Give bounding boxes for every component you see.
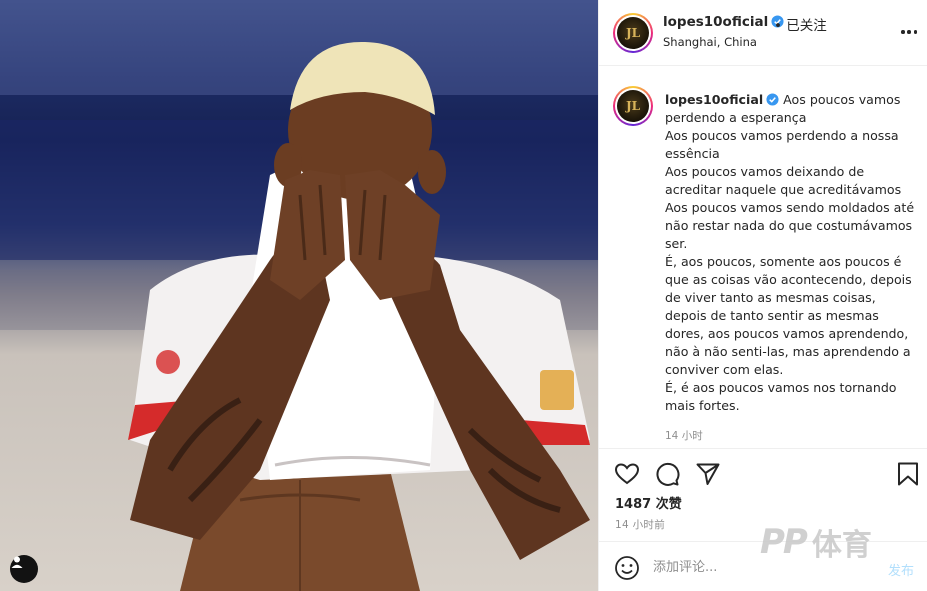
posted-time[interactable]: 14 小时前 xyxy=(615,517,665,532)
post-header: JL lopes10oficial • 已关注 Shanghai, China xyxy=(599,0,927,66)
more-options-icon[interactable] xyxy=(901,30,917,34)
user-tag-icon xyxy=(11,556,23,568)
post-photo[interactable] xyxy=(0,0,598,591)
caption-username-link[interactable]: lopes10oficial xyxy=(665,92,763,107)
heart-icon[interactable] xyxy=(614,461,640,487)
bookmark-icon[interactable] xyxy=(895,461,921,487)
player-illustration xyxy=(0,0,598,591)
verified-badge-icon xyxy=(766,93,779,106)
post-side-panel: JL lopes10oficial • 已关注 Shanghai, China … xyxy=(598,0,927,591)
comment-input[interactable] xyxy=(653,556,873,578)
author-username-link[interactable]: lopes10oficial xyxy=(663,14,768,30)
caption-section: JL lopes10oficial Aos poucos vamos perde… xyxy=(599,66,927,448)
avatar-monogram: JL xyxy=(617,90,649,122)
comment-composer: 发布 xyxy=(599,541,927,591)
likes-count[interactable]: 1487 次赞 xyxy=(615,493,682,512)
follow-status[interactable]: • 已关注 xyxy=(774,14,827,34)
separator-dot: • xyxy=(774,18,782,34)
comment-bubble-icon[interactable] xyxy=(654,461,680,487)
caption-text: Aos poucos vamos perdendo a esperança Ao… xyxy=(665,92,915,413)
user-tag-button[interactable] xyxy=(10,555,38,583)
location-link[interactable]: Shanghai, China xyxy=(663,35,757,49)
author-avatar[interactable]: JL xyxy=(613,13,653,53)
post-actions: 1487 次赞 14 小时前 xyxy=(599,448,927,541)
paper-plane-icon[interactable] xyxy=(695,461,721,487)
follow-status-label: 已关注 xyxy=(786,18,827,34)
caption-timestamp[interactable]: 14 小时 xyxy=(665,428,703,443)
caption-avatar[interactable]: JL xyxy=(613,86,653,126)
caption-text-block: lopes10oficial Aos poucos vamos perdendo… xyxy=(665,91,915,415)
avatar-monogram: JL xyxy=(617,17,649,49)
post-comment-button[interactable]: 发布 xyxy=(888,560,914,579)
emoji-icon[interactable] xyxy=(614,555,640,581)
